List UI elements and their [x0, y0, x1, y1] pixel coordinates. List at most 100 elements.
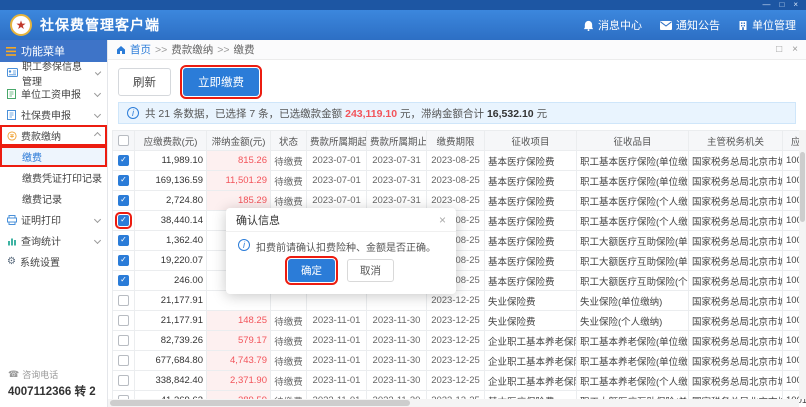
sidebar-item-label: 缴费	[22, 149, 42, 164]
cell-item: 职工基本养老保险(单位缴纳)	[577, 351, 689, 371]
cell-authority: 国家税务总局北京市城义区...	[689, 231, 783, 251]
chevron-down-icon	[94, 69, 101, 76]
table-row[interactable]: 677,684.80 4,743.79 待缴费 2023-11-01 2023-…	[113, 351, 806, 371]
sidebar-subitem-pay[interactable]: 缴费	[0, 146, 107, 167]
row-checkbox[interactable]	[118, 355, 129, 366]
sidebar-subitem-payment-voucher-print[interactable]: 缴费凭证打印记录	[0, 167, 107, 188]
cell-authority: 国家税务总局北京市城义区...	[689, 151, 783, 171]
cell-item: 职工基本医疗保险(单位缴纳)	[577, 151, 689, 171]
row-checkbox[interactable]	[118, 155, 129, 166]
vertical-scrollbar[interactable]	[799, 130, 806, 399]
cell-item: 职工基本养老保险(单位缴纳)	[577, 331, 689, 351]
confirm-dialog: 确认信息 × i 扣费前请确认扣费险种、金额是否正确。 确定 取消	[226, 208, 456, 294]
row-checkbox[interactable]	[118, 255, 129, 266]
window-titlebar: — □ ×	[0, 0, 806, 10]
horizontal-scrollbar[interactable]	[108, 399, 799, 407]
cell-period-end: 2023-07-31	[367, 151, 427, 171]
table-row[interactable]: 11,989.10 815.26 待缴费 2023-07-01 2023-07-…	[113, 151, 806, 171]
cell-project: 企业职工基本养老保险费	[485, 371, 577, 391]
info-icon: i	[127, 107, 139, 119]
row-checkbox[interactable]	[118, 195, 129, 206]
sidebar-item-certificate-print[interactable]: 证明打印	[0, 209, 107, 230]
table-row[interactable]: 21,177.91 148.25 待缴费 2023-11-01 2023-11-…	[113, 311, 806, 331]
cell-authority: 国家税务总局北京市城义区...	[689, 351, 783, 371]
cell-item: 职工大额医疗互助保险(单位...	[577, 251, 689, 271]
window-close-button[interactable]: ×	[793, 1, 798, 9]
sidebar-item-label: 缴费凭证打印记录	[22, 170, 102, 185]
table-row[interactable]: 38,440.14 2023-08-25 基本医疗保险费 职工基本医疗保险(个人…	[113, 211, 806, 231]
dialog-close-icon[interactable]: ×	[439, 213, 446, 227]
payment-table: 应缴费款(元) 滞纳金额(元) 状态 费款所属期起 费款所属期止 缴费期限 征收…	[112, 130, 806, 407]
table-row[interactable]: 82,739.26 579.17 待缴费 2023-11-01 2023-11-…	[113, 331, 806, 351]
cell-due: 38,440.14	[135, 211, 207, 231]
cell-period-start: 2023-11-01	[307, 311, 367, 331]
breadcrumb-level1[interactable]: 费款缴纳	[171, 42, 213, 57]
table-row[interactable]: 2,724.80 185.29 待缴费 2023-07-01 2023-07-3…	[113, 191, 806, 211]
row-checkbox[interactable]	[118, 335, 129, 346]
sidebar-subitem-payment-records[interactable]: 缴费记录	[0, 188, 107, 209]
row-checkbox[interactable]	[118, 215, 129, 226]
panel-close-icon[interactable]: ×	[792, 44, 798, 55]
cell-due: 11,989.10	[135, 151, 207, 171]
row-checkbox[interactable]	[118, 175, 129, 186]
cell-project: 失业保险费	[485, 291, 577, 311]
confirm-button[interactable]: 确定	[288, 259, 335, 282]
app-window: — □ × ★ 社保费管理客户端 消息中心 通知公告 单位管理	[0, 0, 806, 407]
sidebar-item-fee-declare[interactable]: 社保费申报	[0, 104, 107, 125]
sidebar-item-label: 系统设置	[20, 254, 60, 269]
sidebar-item-employee-info[interactable]: 职工参保信息管理	[0, 62, 107, 83]
unit-management-button[interactable]: 单位管理	[738, 17, 796, 33]
cancel-button[interactable]: 取消	[347, 259, 394, 282]
message-center-button[interactable]: 消息中心	[583, 17, 642, 33]
window-minimize-button[interactable]: —	[762, 1, 770, 9]
cell-late-fee: 2,371.90	[207, 371, 271, 391]
row-checkbox[interactable]	[118, 235, 129, 246]
row-checkbox[interactable]	[118, 375, 129, 386]
sidebar-item-query-stats[interactable]: 查询统计	[0, 230, 107, 251]
cell-status: 待缴费	[271, 331, 307, 351]
cell-item: 职工基本医疗保险(个人缴纳)	[577, 211, 689, 231]
cell-authority: 国家税务总局北京市城义区...	[689, 191, 783, 211]
table-row[interactable]: 169,136.59 11,501.29 待缴费 2023-07-01 2023…	[113, 171, 806, 191]
col-header-due: 应缴费款(元)	[135, 131, 207, 151]
cell-period-end: 2023-11-30	[367, 311, 427, 331]
select-all-checkbox[interactable]	[118, 135, 129, 146]
sidebar-item-label: 社保费申报	[21, 107, 71, 122]
gear-icon: ⚙	[7, 256, 16, 267]
panel-maximize-icon[interactable]: □	[776, 44, 782, 55]
row-checkbox[interactable]	[118, 295, 129, 306]
table-row[interactable]: 1,362.40 2023-08-25 基本医疗保险费 职工大额医疗互助保险(单…	[113, 231, 806, 251]
table-row[interactable]: 338,842.40 2,371.90 待缴费 2023-11-01 2023-…	[113, 371, 806, 391]
row-checkbox[interactable]	[118, 315, 129, 326]
row-checkbox[interactable]	[118, 275, 129, 286]
notice-button[interactable]: 通知公告	[660, 17, 720, 33]
cell-late-fee: 11,501.29	[207, 171, 271, 191]
breadcrumb-level2[interactable]: 缴费	[234, 42, 255, 57]
breadcrumb-separator: >>	[217, 44, 229, 56]
table-row[interactable]: 21,177.91 2023-12-25 失业保险费 失业保险(单位缴纳) 国家…	[113, 291, 806, 311]
cell-authority: 国家税务总局北京市城义区...	[689, 251, 783, 271]
refresh-button[interactable]: 刷新	[118, 68, 171, 96]
window-maximize-button[interactable]: □	[779, 1, 784, 9]
cell-project: 基本医疗保险费	[485, 271, 577, 291]
cell-period-start: 2023-11-01	[307, 351, 367, 371]
cell-status: 待缴费	[271, 351, 307, 371]
id-card-icon	[7, 68, 18, 77]
vertical-scrollbar-thumb[interactable]	[800, 152, 805, 222]
sidebar-item-system-settings[interactable]: ⚙ 系统设置	[0, 251, 107, 272]
cell-due: 2,724.80	[135, 191, 207, 211]
table-row[interactable]: 19,220.07 2023-08-25 基本医疗保险费 职工大额医疗互助保险(…	[113, 251, 806, 271]
cell-project: 基本医疗保险费	[485, 211, 577, 231]
horizontal-scrollbar-thumb[interactable]	[110, 400, 410, 406]
hotline-label: 咨询电话	[22, 368, 58, 381]
breadcrumb-home[interactable]: 首页	[130, 42, 151, 57]
cell-authority: 国家税务总局北京市城义区...	[689, 171, 783, 191]
cell-project: 企业职工基本养老保险费	[485, 331, 577, 351]
cell-project: 基本医疗保险费	[485, 151, 577, 171]
app-header: ★ 社保费管理客户端 消息中心 通知公告 单位管理	[0, 10, 806, 40]
pay-now-button[interactable]: 立即缴费	[183, 68, 259, 96]
notice-label: 通知公告	[676, 17, 720, 33]
sidebar-item-fee-payment[interactable]: 费款缴纳	[0, 125, 107, 146]
table-row[interactable]: 246.00 2023-08-25 基本医疗保险费 职工大额医疗互助保险(个人.…	[113, 271, 806, 291]
cell-due: 19,220.07	[135, 251, 207, 271]
